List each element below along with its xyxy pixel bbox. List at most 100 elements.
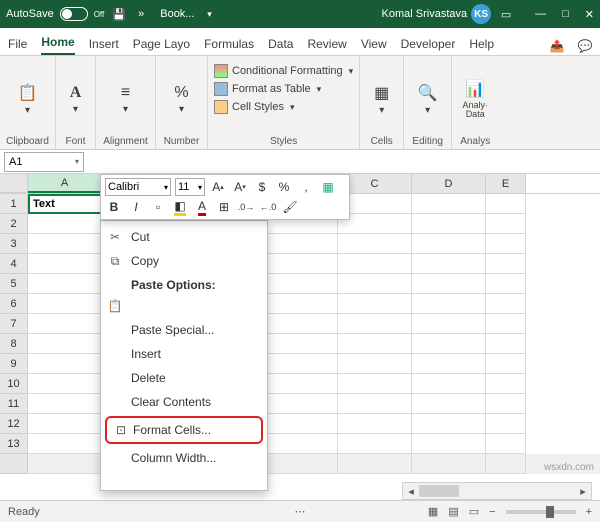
percent-format-icon[interactable]: % <box>275 178 293 196</box>
scroll-left-icon[interactable]: ◂ <box>403 483 419 499</box>
row-header-3[interactable]: 3 <box>0 234 28 254</box>
view-pagebreak-icon[interactable]: ▭ <box>469 505 479 518</box>
scroll-thumb[interactable] <box>419 485 459 497</box>
decrease-decimal-icon[interactable]: ←.0 <box>259 198 277 216</box>
mini-font-name[interactable]: Calibri▾ <box>105 178 171 196</box>
copy-icon: ⧉ <box>107 253 123 269</box>
tab-review[interactable]: Review <box>307 31 346 55</box>
tab-page-layout[interactable]: Page Layo <box>133 31 190 55</box>
menu-paste-special[interactable]: Paste Special... <box>101 318 267 342</box>
number-icon[interactable]: % <box>174 84 188 102</box>
menu-column-width[interactable]: Column Width... <box>101 446 267 470</box>
comma-format-icon[interactable]: , <box>297 178 315 196</box>
cell-styles-button[interactable]: Cell Styles▾ <box>214 98 353 116</box>
paste-option-icon: 📋 <box>107 298 123 314</box>
menu-format-cells[interactable]: ⊡Format Cells... <box>107 418 261 442</box>
cells-icon[interactable]: ▦ <box>374 83 389 103</box>
column-header-a[interactable]: A <box>28 174 102 193</box>
row-header-8[interactable]: 8 <box>0 334 28 354</box>
horizontal-scrollbar[interactable]: ◂ ▸ <box>402 482 592 500</box>
row-header-6[interactable]: 6 <box>0 294 28 314</box>
tab-developer[interactable]: Developer <box>401 31 456 55</box>
fill-color-icon[interactable]: ◧ <box>171 198 189 216</box>
share-icon[interactable]: 📤 <box>550 41 564 55</box>
row-header-2[interactable]: 2 <box>0 214 28 234</box>
tab-file[interactable]: File <box>8 31 27 55</box>
menu-copy[interactable]: ⧉Copy <box>101 249 267 273</box>
view-pagelayout-icon[interactable]: ▤ <box>448 505 458 518</box>
user-avatar: KS <box>471 4 491 24</box>
tab-insert[interactable]: Insert <box>89 31 119 55</box>
table-format-icon[interactable]: ▦ <box>319 178 337 196</box>
editing-icon[interactable]: 🔍 <box>418 83 438 103</box>
increase-decimal-icon[interactable]: .0→ <box>237 198 255 216</box>
column-header-d[interactable]: D <box>412 174 486 193</box>
row-header-12[interactable]: 12 <box>0 414 28 434</box>
save-icon[interactable]: 💾 <box>112 7 126 21</box>
row-header-1[interactable]: 1 <box>0 194 28 214</box>
conditional-formatting-button[interactable]: Conditional Formatting▾ <box>214 62 353 80</box>
row-header-13[interactable]: 13 <box>0 434 28 454</box>
increase-font-icon[interactable]: A▴ <box>209 178 227 196</box>
tab-view[interactable]: View <box>361 31 387 55</box>
namebox-dropdown-icon[interactable]: ▾ <box>75 157 79 166</box>
zoom-slider[interactable] <box>506 510 576 514</box>
border-menu-icon[interactable]: ⊞ <box>215 198 233 216</box>
row-header-10[interactable]: 10 <box>0 374 28 394</box>
comments-icon[interactable]: 💬 <box>578 41 592 55</box>
analyze-data-icon[interactable]: 📊 <box>465 79 485 99</box>
highlight-format-cells: ⊡Format Cells... <box>105 416 263 444</box>
paste-icon[interactable]: 📋 <box>18 83 38 103</box>
minimize-button[interactable]: — <box>535 8 546 21</box>
tab-formulas[interactable]: Formulas <box>204 31 254 55</box>
menu-delete[interactable]: Delete <box>101 366 267 390</box>
tab-data[interactable]: Data <box>268 31 293 55</box>
italic-icon[interactable]: I <box>127 198 145 216</box>
group-alignment: ≡▾ Alignment <box>96 56 156 149</box>
row-header-5[interactable]: 5 <box>0 274 28 294</box>
select-all-corner[interactable] <box>0 174 28 193</box>
menu-cut[interactable]: ✂Cut <box>101 225 267 249</box>
menu-clear-contents[interactable]: Clear Contents <box>101 390 267 414</box>
font-color-icon[interactable]: A <box>193 198 211 216</box>
row-header-9[interactable]: 9 <box>0 354 28 374</box>
column-header-e[interactable]: E <box>486 174 526 193</box>
more-qat-icon[interactable]: » <box>134 7 148 21</box>
menu-insert[interactable]: Insert <box>101 342 267 366</box>
tab-home[interactable]: Home <box>41 29 74 55</box>
tab-help[interactable]: Help <box>469 31 494 55</box>
maximize-button[interactable]: □ <box>562 8 569 21</box>
close-button[interactable]: ✕ <box>585 8 594 21</box>
autosave-label: AutoSave <box>6 8 54 20</box>
row-header-4[interactable]: 4 <box>0 254 28 274</box>
watermark-label: wsxdn.com <box>544 462 594 473</box>
ribbon-display-options-icon[interactable]: ▭ <box>499 7 513 21</box>
group-analyze: 📊Analy· Data Analys <box>452 56 498 149</box>
status-bar: Ready ⋯ ▦ ▤ ▭ − + <box>0 500 600 522</box>
format-painter-icon[interactable]: 🖌 <box>281 198 299 216</box>
name-box[interactable]: A1 ▾ <box>4 152 84 172</box>
row-header-7[interactable]: 7 <box>0 314 28 334</box>
font-icon[interactable]: A <box>70 84 82 102</box>
filename-label: Book... <box>160 8 194 20</box>
worksheet-grid[interactable]: 1 Text Column 2 3 4 5 6 7 8 9 10 11 12 1… <box>0 194 600 480</box>
scroll-right-icon[interactable]: ▸ <box>575 483 591 499</box>
mini-font-size[interactable]: 11▾ <box>175 178 205 196</box>
menu-paste-option[interactable]: 📋 <box>101 294 267 318</box>
autosave-control[interactable]: AutoSave Off <box>6 7 104 21</box>
zoom-in-icon[interactable]: + <box>586 506 592 518</box>
row-header-11[interactable]: 11 <box>0 394 28 414</box>
borders-icon[interactable]: ▫ <box>149 198 167 216</box>
view-normal-icon[interactable]: ▦ <box>428 505 438 518</box>
filename-dropdown-icon[interactable]: ▾ <box>202 7 216 21</box>
bold-icon[interactable]: B <box>105 198 123 216</box>
accounting-format-icon[interactable]: $ <box>253 178 271 196</box>
cell-a1[interactable]: Text <box>28 194 102 214</box>
user-account[interactable]: Komal Srivastava KS <box>382 4 492 24</box>
zoom-out-icon[interactable]: − <box>489 506 495 518</box>
autosave-toggle[interactable] <box>60 7 88 21</box>
alignment-icon[interactable]: ≡ <box>121 84 130 102</box>
format-as-table-button[interactable]: Format as Table▾ <box>214 80 353 98</box>
decrease-font-icon[interactable]: A▾ <box>231 178 249 196</box>
sheet-nav-icon[interactable]: ⋯ <box>295 505 306 518</box>
